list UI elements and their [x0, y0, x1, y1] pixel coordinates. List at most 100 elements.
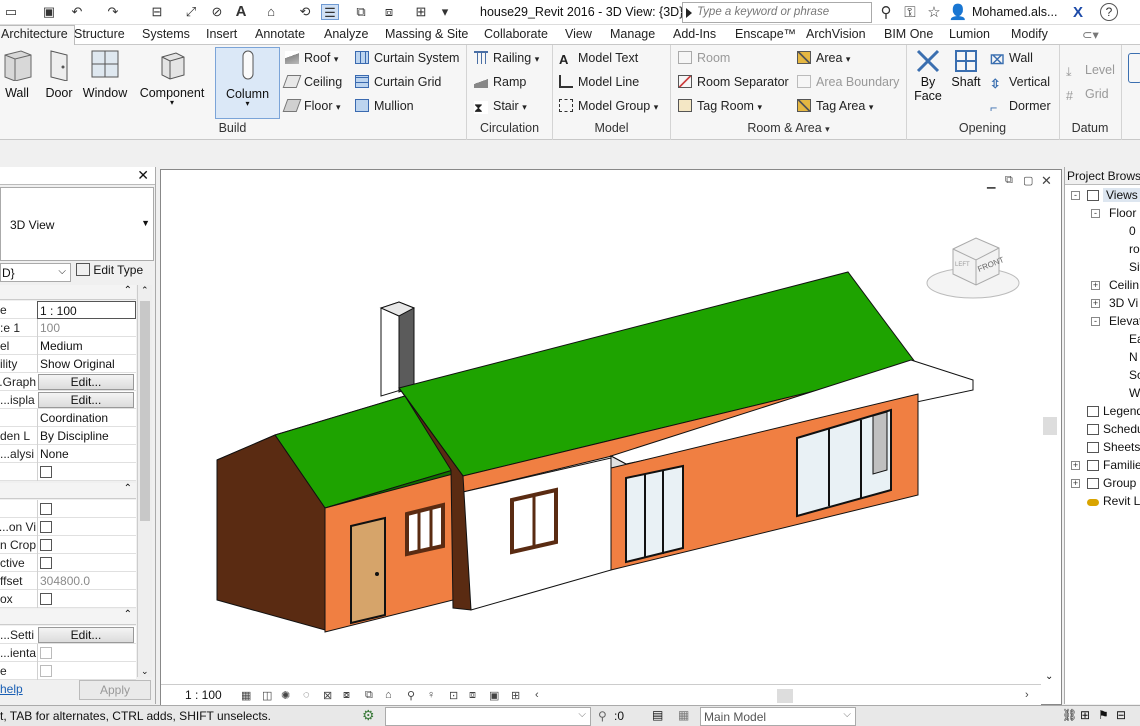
- browser-node[interactable]: 0: [1129, 224, 1136, 238]
- reveal-hidden-icon[interactable]: ♀: [427, 689, 443, 703]
- panel-expand-icon[interactable]: ▾: [825, 124, 830, 134]
- room-button[interactable]: Room: [678, 51, 730, 65]
- room-area-panel-label[interactable]: Room & Area ▾: [671, 121, 906, 135]
- collapse-icon[interactable]: -: [1091, 317, 1100, 326]
- browser-node[interactable]: Schedu: [1103, 422, 1140, 436]
- tag-room-button[interactable]: Tag Room ▾: [678, 99, 762, 113]
- tab-view[interactable]: View: [565, 27, 592, 41]
- worksharing-icon[interactable]: ⧈: [469, 689, 485, 703]
- browser-node[interactable]: 3D Vi: [1109, 296, 1138, 310]
- component-button[interactable]: Component ▾: [136, 47, 208, 107]
- collapse-icon[interactable]: -: [1071, 191, 1080, 200]
- expand-icon[interactable]: +: [1091, 299, 1100, 308]
- collapse-icon[interactable]: ⌃: [124, 483, 132, 494]
- help-icon[interactable]: ?: [1100, 3, 1118, 21]
- star-icon[interactable]: ☆: [924, 3, 944, 22]
- thin-lines-icon[interactable]: ☰: [321, 4, 339, 20]
- visual-style-icon[interactable]: ◫: [262, 689, 278, 703]
- 3d-view-icon[interactable]: ⌂: [262, 4, 280, 20]
- browser-node[interactable]: ro: [1129, 242, 1140, 256]
- mullion-button[interactable]: Mullion: [355, 99, 414, 113]
- property-checkbox[interactable]: [40, 665, 52, 677]
- camera-group-header[interactable]: ⌃: [0, 609, 136, 625]
- worksets-icon[interactable]: ⚙: [362, 707, 375, 724]
- property-edit-button[interactable]: Edit...: [38, 627, 134, 643]
- house-model[interactable]: FRONT LEFT: [161, 170, 1061, 680]
- tab-structure[interactable]: Structure: [74, 27, 125, 41]
- design-options-icon[interactable]: ▦: [678, 708, 689, 722]
- browser-node[interactable]: W: [1129, 386, 1140, 400]
- constraints-icon[interactable]: ⊞: [511, 689, 527, 703]
- vertical-opening-button[interactable]: ⇳ Vertical: [990, 75, 1050, 91]
- workset-select[interactable]: ⌵: [385, 707, 591, 726]
- area-boundary-button[interactable]: Area Boundary: [797, 75, 899, 89]
- property-value[interactable]: 100: [37, 319, 136, 337]
- property-checkbox[interactable]: [40, 503, 52, 515]
- scroll-thumb[interactable]: [140, 301, 150, 521]
- subscription-icon[interactable]: ⚿: [900, 3, 920, 22]
- open-icon[interactable]: ▭: [2, 4, 20, 20]
- expand-icon[interactable]: +: [1071, 461, 1080, 470]
- tab-lumion[interactable]: Lumion: [949, 27, 990, 41]
- property-checkbox[interactable]: [40, 593, 52, 605]
- binoculars-icon[interactable]: ⚲: [876, 3, 896, 22]
- select-face-icon[interactable]: ⊟: [1116, 708, 1126, 722]
- properties-scrollbar[interactable]: ⌃ ⌄: [137, 285, 152, 677]
- tab-enscape[interactable]: Enscape™: [735, 27, 796, 41]
- ceiling-button[interactable]: Ceiling: [282, 75, 342, 89]
- property-checkbox[interactable]: [40, 539, 52, 551]
- show-crop-icon[interactable]: ⧉: [365, 689, 381, 703]
- instance-filter-select[interactable]: D} ⌵: [0, 263, 71, 282]
- ribbon-minimize-icon[interactable]: ⊂▾: [1082, 27, 1099, 42]
- model-group-button[interactable]: Model Group ▾: [559, 99, 658, 113]
- type-selector[interactable]: 3D View ▼: [0, 187, 154, 261]
- tab-systems[interactable]: Systems: [142, 27, 190, 41]
- scroll-down-icon[interactable]: ⌄: [141, 666, 149, 677]
- curtain-grid-button[interactable]: Curtain Grid: [355, 75, 441, 89]
- window-button[interactable]: Window: [80, 47, 130, 100]
- tab-architecture[interactable]: Architecture: [0, 25, 75, 46]
- exchange-icon[interactable]: X: [1068, 3, 1088, 22]
- text-icon[interactable]: A: [232, 4, 250, 20]
- user-name[interactable]: Mohamed.als...: [972, 5, 1057, 19]
- model-line-button[interactable]: Model Line: [559, 75, 639, 89]
- roof-button[interactable]: Roof ▾: [285, 51, 338, 65]
- vertical-scrollbar[interactable]: ⌄: [1041, 192, 1061, 682]
- property-value[interactable]: Coordination: [37, 409, 136, 427]
- shaft-button[interactable]: Shaft: [948, 47, 984, 89]
- browser-node[interactable]: Sit: [1129, 260, 1140, 274]
- scroll-down-icon[interactable]: ⌄: [1045, 671, 1053, 682]
- crop-view-icon[interactable]: ⧇: [343, 689, 359, 703]
- scroll-up-icon[interactable]: ⌃: [141, 285, 149, 296]
- browser-node[interactable]: Views: [1103, 188, 1140, 202]
- browser-node[interactable]: Revit L: [1103, 494, 1140, 508]
- view-scale[interactable]: 1 : 100: [185, 688, 222, 702]
- curtain-system-button[interactable]: Curtain System: [355, 51, 459, 65]
- quick-access-dropdown-icon[interactable]: ▾: [436, 4, 454, 20]
- browser-node[interactable]: Elevat: [1109, 314, 1140, 328]
- column-button[interactable]: Column ▾: [215, 47, 280, 119]
- property-value[interactable]: None: [37, 445, 136, 463]
- property-value[interactable]: Medium: [37, 337, 136, 355]
- viewcube[interactable]: FRONT LEFT: [926, 237, 1020, 299]
- temporary-hide-icon[interactable]: ⚲: [407, 689, 423, 703]
- save-icon[interactable]: ▣: [40, 4, 58, 20]
- dormer-button[interactable]: ⌐ Dormer: [990, 99, 1051, 115]
- user-icon[interactable]: 👤: [948, 3, 968, 22]
- browser-node[interactable]: N: [1129, 350, 1138, 364]
- grid-button[interactable]: # Grid: [1066, 87, 1109, 103]
- shadows-icon[interactable]: ◌: [303, 689, 319, 703]
- browser-node[interactable]: Sheets: [1103, 440, 1140, 454]
- expand-icon[interactable]: +: [1071, 479, 1080, 488]
- 3d-viewport[interactable]: ▁ ⧉ ▢ ✕ FRONT LEFT 1 : 100 ▦ ◫ ✺ ◌ ⊠ ⧇ ⧉…: [160, 169, 1062, 706]
- level-button[interactable]: ⤓ Level: [1066, 63, 1115, 79]
- tab-massing-site[interactable]: Massing & Site: [385, 27, 468, 41]
- horizontal-scroll-thumb[interactable]: [777, 689, 793, 703]
- render-icon[interactable]: ⊠: [323, 689, 339, 703]
- customize-icon[interactable]: ⊞: [412, 4, 430, 20]
- room-separator-button[interactable]: Room Separator: [678, 75, 789, 89]
- select-pinned-icon[interactable]: ⚑: [1098, 708, 1109, 722]
- lock-view-icon[interactable]: ⌂: [385, 689, 401, 703]
- tab-insert[interactable]: Insert: [206, 27, 237, 41]
- tab-modify[interactable]: Modify: [1011, 27, 1048, 41]
